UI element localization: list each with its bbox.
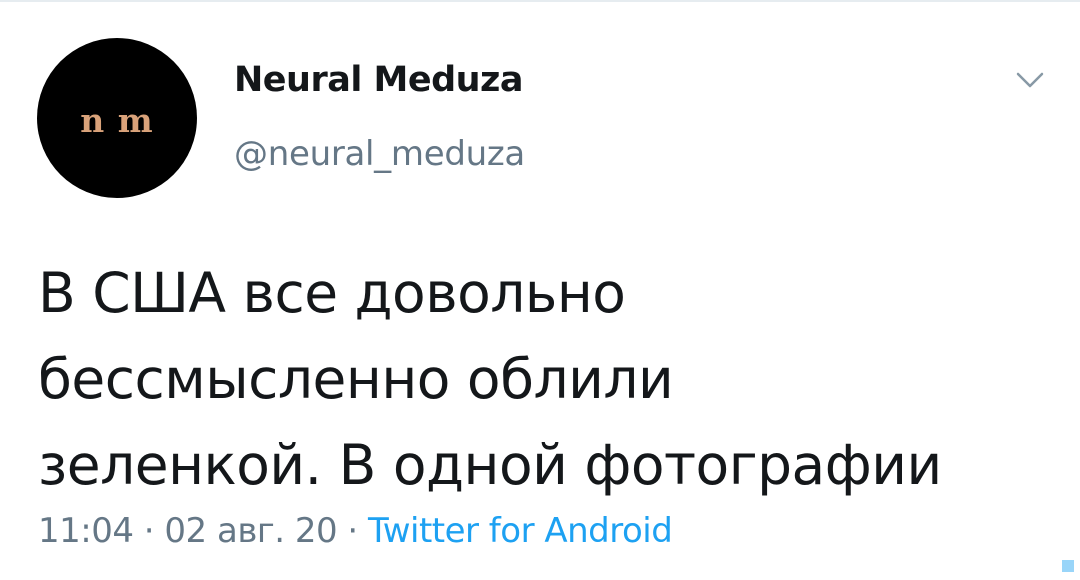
corner-indicator <box>1062 560 1074 572</box>
avatar[interactable]: n m <box>37 38 197 198</box>
tweet-text: В США все довольно бессмысленно облили з… <box>38 250 1048 508</box>
tweet-text-line: зеленкой. В одной фотографии <box>38 433 942 497</box>
tweet-date[interactable]: 02 авг. 20 <box>164 511 337 551</box>
meta-separator: · <box>337 511 369 551</box>
tweet-text-line: В США все довольно <box>38 261 626 325</box>
tweet-metadata: 11:04 · 02 авг. 20 · Twitter for Android <box>38 511 673 551</box>
chevron-down-icon[interactable] <box>1012 62 1048 98</box>
tweet-source-link[interactable]: Twitter for Android <box>368 511 673 551</box>
meta-separator: · <box>133 511 165 551</box>
username-handle[interactable]: @neural_meduza <box>234 134 525 174</box>
tweet-text-line: бессмысленно облили <box>38 347 674 411</box>
display-name[interactable]: Neural Meduza <box>234 60 524 100</box>
top-divider <box>0 0 1080 2</box>
tweet-time[interactable]: 11:04 <box>38 511 134 551</box>
avatar-logo: n m <box>80 100 154 140</box>
